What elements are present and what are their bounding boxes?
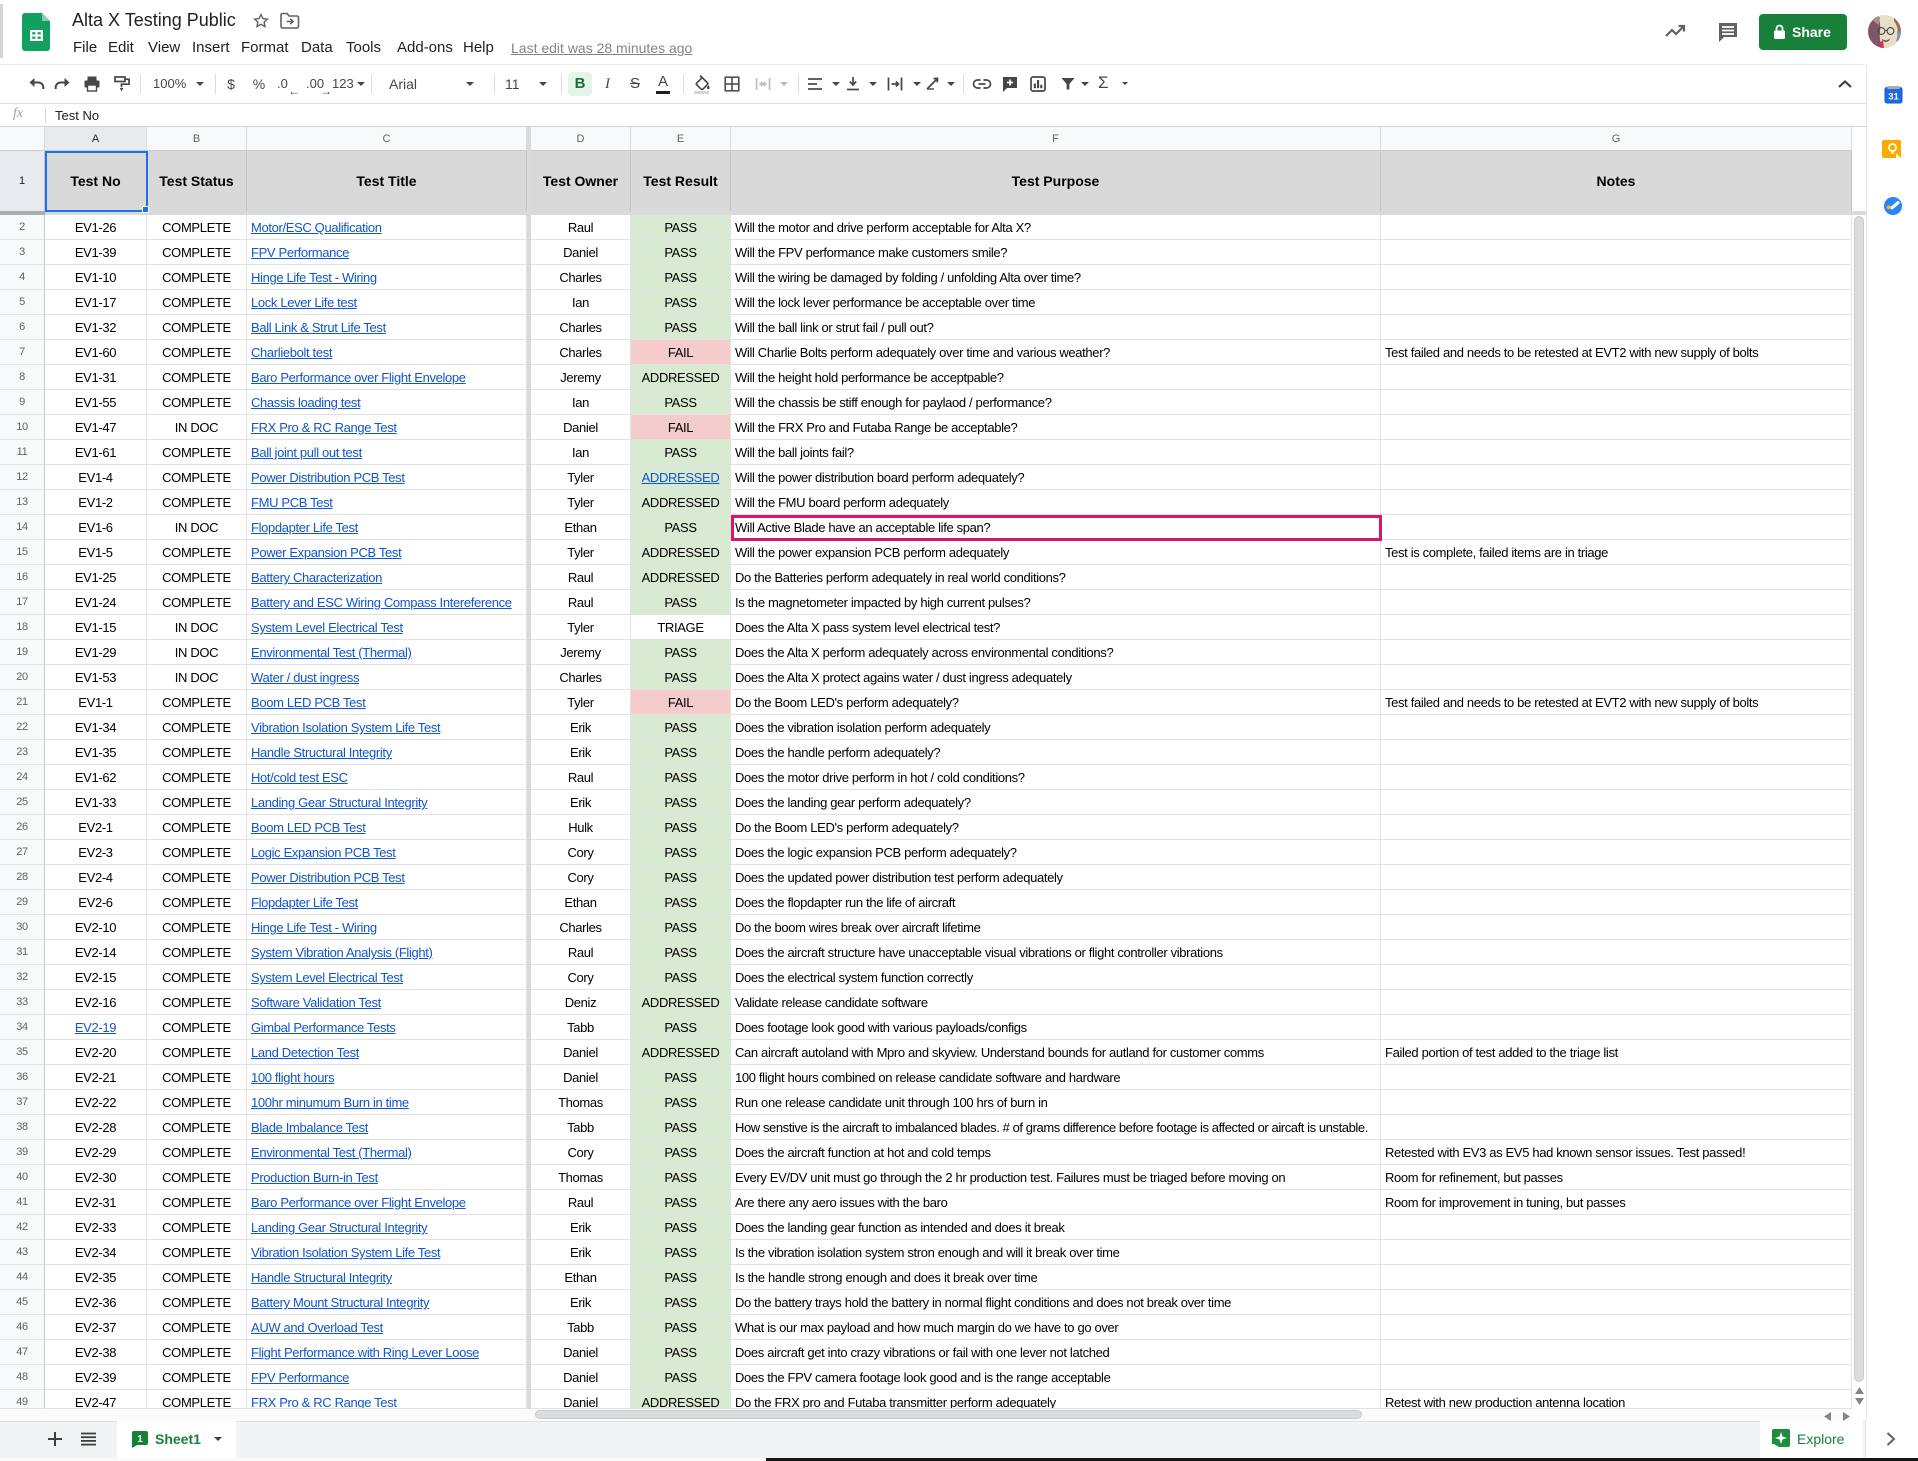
svg-text:31: 31 <box>1888 92 1899 103</box>
svg-text:1: 1 <box>137 1434 143 1445</box>
